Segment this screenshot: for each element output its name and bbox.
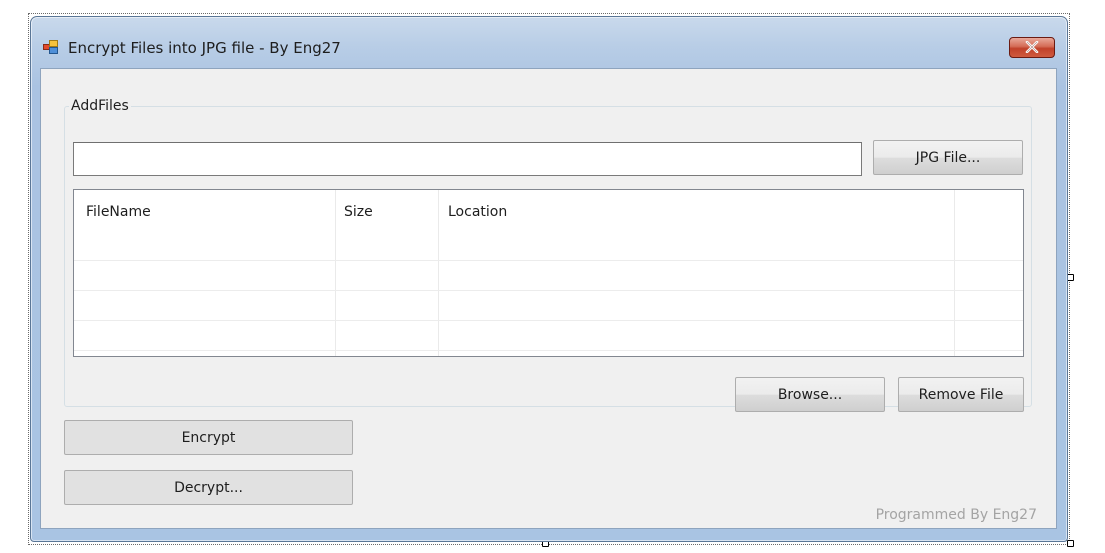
column-size[interactable]: Size xyxy=(336,190,439,356)
remove-file-button[interactable]: Remove File xyxy=(898,377,1024,412)
title-bar[interactable]: Encrypt Files into JPG file - By Eng27 xyxy=(31,17,1067,67)
column-header-filename: FileName xyxy=(86,204,151,220)
listview-gridline xyxy=(74,260,1023,261)
listview-gridline xyxy=(74,350,1023,351)
browse-button[interactable]: Browse... xyxy=(735,377,885,412)
column-location[interactable]: Location xyxy=(439,190,955,356)
column-filename[interactable]: FileName xyxy=(74,190,336,356)
main-window: Encrypt Files into JPG file - By Eng27 A… xyxy=(30,16,1068,542)
jpg-path-input[interactable] xyxy=(73,142,862,176)
encrypt-button[interactable]: Encrypt xyxy=(64,420,353,455)
window-title: Encrypt Files into JPG file - By Eng27 xyxy=(68,39,341,57)
credit-label: Programmed By Eng27 xyxy=(875,507,1037,523)
close-x-icon xyxy=(1025,40,1039,56)
column-header-location: Location xyxy=(448,204,508,220)
decrypt-button[interactable]: Decrypt... xyxy=(64,470,353,505)
form-client-area: AddFiles JPG File... FileName Size Locat… xyxy=(40,68,1057,529)
listview-gridline xyxy=(74,290,1023,291)
jpg-file-button[interactable]: JPG File... xyxy=(873,140,1023,175)
listview-gridline xyxy=(74,320,1023,321)
resize-handle-right[interactable] xyxy=(1067,274,1074,281)
column-header-size: Size xyxy=(344,204,373,220)
resize-handle-corner[interactable] xyxy=(1067,540,1074,547)
close-button[interactable] xyxy=(1009,37,1055,58)
form-icon[interactable] xyxy=(43,39,59,55)
groupbox-legend: AddFiles xyxy=(69,98,131,114)
files-listview[interactable]: FileName Size Location xyxy=(73,189,1024,357)
